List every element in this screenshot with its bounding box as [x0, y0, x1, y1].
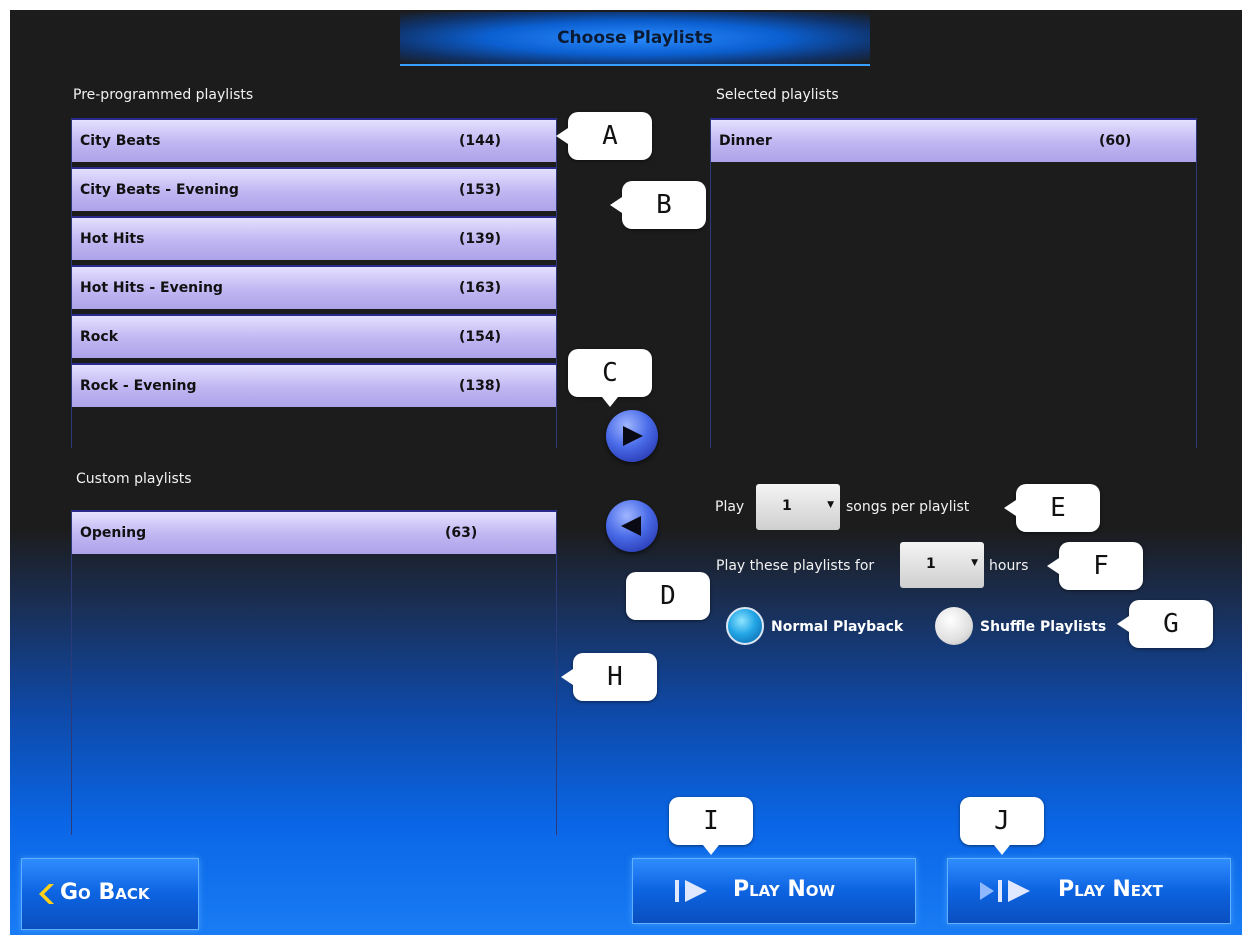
playlist-name: Rock: [80, 329, 119, 345]
playlist-count: (163): [459, 280, 502, 296]
play-left-arrow-icon: [621, 516, 641, 536]
play-next-button[interactable]: Play Next: [947, 858, 1231, 924]
dropdown-arrow-icon: ▼: [827, 500, 834, 510]
callout-i: I: [669, 797, 753, 855]
callout-h: H: [561, 653, 657, 701]
dropdown-arrow-icon: ▼: [971, 558, 978, 568]
playlist-count: (138): [459, 378, 502, 394]
shuffle-playlists-label: Shuffle Playlists: [980, 619, 1107, 635]
skip-play-icon: [675, 880, 707, 902]
hours-value: 1: [926, 556, 936, 572]
preprogrammed-label: Pre-programmed playlists: [73, 87, 254, 103]
playlist-screen: Choose Playlists Pre-programmed playlist…: [10, 10, 1242, 935]
playlist-count: (154): [459, 329, 502, 345]
callout-d: D: [626, 572, 710, 620]
list-item[interactable]: Hot Hits (139): [72, 216, 556, 260]
preprogrammed-list: City Beats (144) City Beats - Evening (1…: [71, 118, 557, 448]
normal-playback-radio[interactable]: [726, 607, 764, 645]
callout-f: F: [1047, 542, 1143, 590]
playlist-name: Rock - Evening: [80, 378, 197, 394]
list-item[interactable]: Opening (63): [72, 510, 556, 554]
remove-playlist-button[interactable]: [606, 500, 658, 552]
playlist-name: City Beats - Evening: [80, 182, 239, 198]
custom-label: Custom playlists: [76, 471, 192, 487]
list-item[interactable]: City Beats (144): [72, 118, 556, 162]
selected-label: Selected playlists: [716, 87, 839, 103]
callout-g: G: [1117, 600, 1213, 648]
songs-suffix-text: songs per playlist: [846, 499, 970, 515]
go-back-button[interactable]: Go Back: [21, 858, 199, 930]
playlist-name: Hot Hits - Evening: [80, 280, 223, 296]
custom-list: Opening (63): [71, 510, 557, 835]
play-now-button[interactable]: Play Now: [632, 858, 916, 924]
playlist-name: Dinner: [719, 133, 772, 149]
playlist-count: (60): [1099, 133, 1132, 149]
playlist-count: (63): [445, 525, 478, 541]
playlist-name: Hot Hits: [80, 231, 145, 247]
play-now-label: Play Now: [733, 877, 836, 902]
play-prefix-text: Play: [715, 499, 745, 515]
list-item[interactable]: City Beats - Evening (153): [72, 167, 556, 211]
playlist-count: (153): [459, 182, 502, 198]
playlist-count: (139): [459, 231, 502, 247]
chevron-left-icon: [39, 884, 54, 904]
callout-j: J: [960, 797, 1044, 855]
list-item[interactable]: Hot Hits - Evening (163): [72, 265, 556, 309]
playlist-name: City Beats: [80, 133, 161, 149]
add-playlist-button[interactable]: [606, 410, 658, 462]
hours-select[interactable]: 1 ▼: [900, 542, 984, 588]
go-back-label: Go Back: [60, 880, 150, 905]
callout-c: C: [568, 349, 652, 407]
songs-per-playlist-value: 1: [782, 498, 792, 514]
shuffle-playlists-radio[interactable]: [935, 607, 973, 645]
selected-list: Dinner (60): [710, 118, 1197, 448]
callout-e: E: [1004, 484, 1100, 532]
playlist-count: (144): [459, 133, 502, 149]
next-play-icon: [980, 880, 1030, 902]
hours-suffix-text: hours: [989, 558, 1029, 574]
list-item[interactable]: Rock - Evening (138): [72, 363, 556, 407]
songs-per-playlist-select[interactable]: 1 ▼: [756, 484, 840, 530]
callout-b: B: [610, 181, 706, 229]
callout-a: A: [556, 112, 652, 160]
hours-prefix-text: Play these playlists for: [716, 558, 875, 574]
playlist-name: Opening: [80, 525, 147, 541]
list-item[interactable]: Rock (154): [72, 314, 556, 358]
play-next-label: Play Next: [1058, 877, 1163, 902]
page-title: Choose Playlists: [400, 12, 870, 66]
play-right-arrow-icon: [623, 426, 643, 446]
list-item[interactable]: Dinner (60): [711, 118, 1196, 162]
normal-playback-label: Normal Playback: [771, 619, 904, 635]
